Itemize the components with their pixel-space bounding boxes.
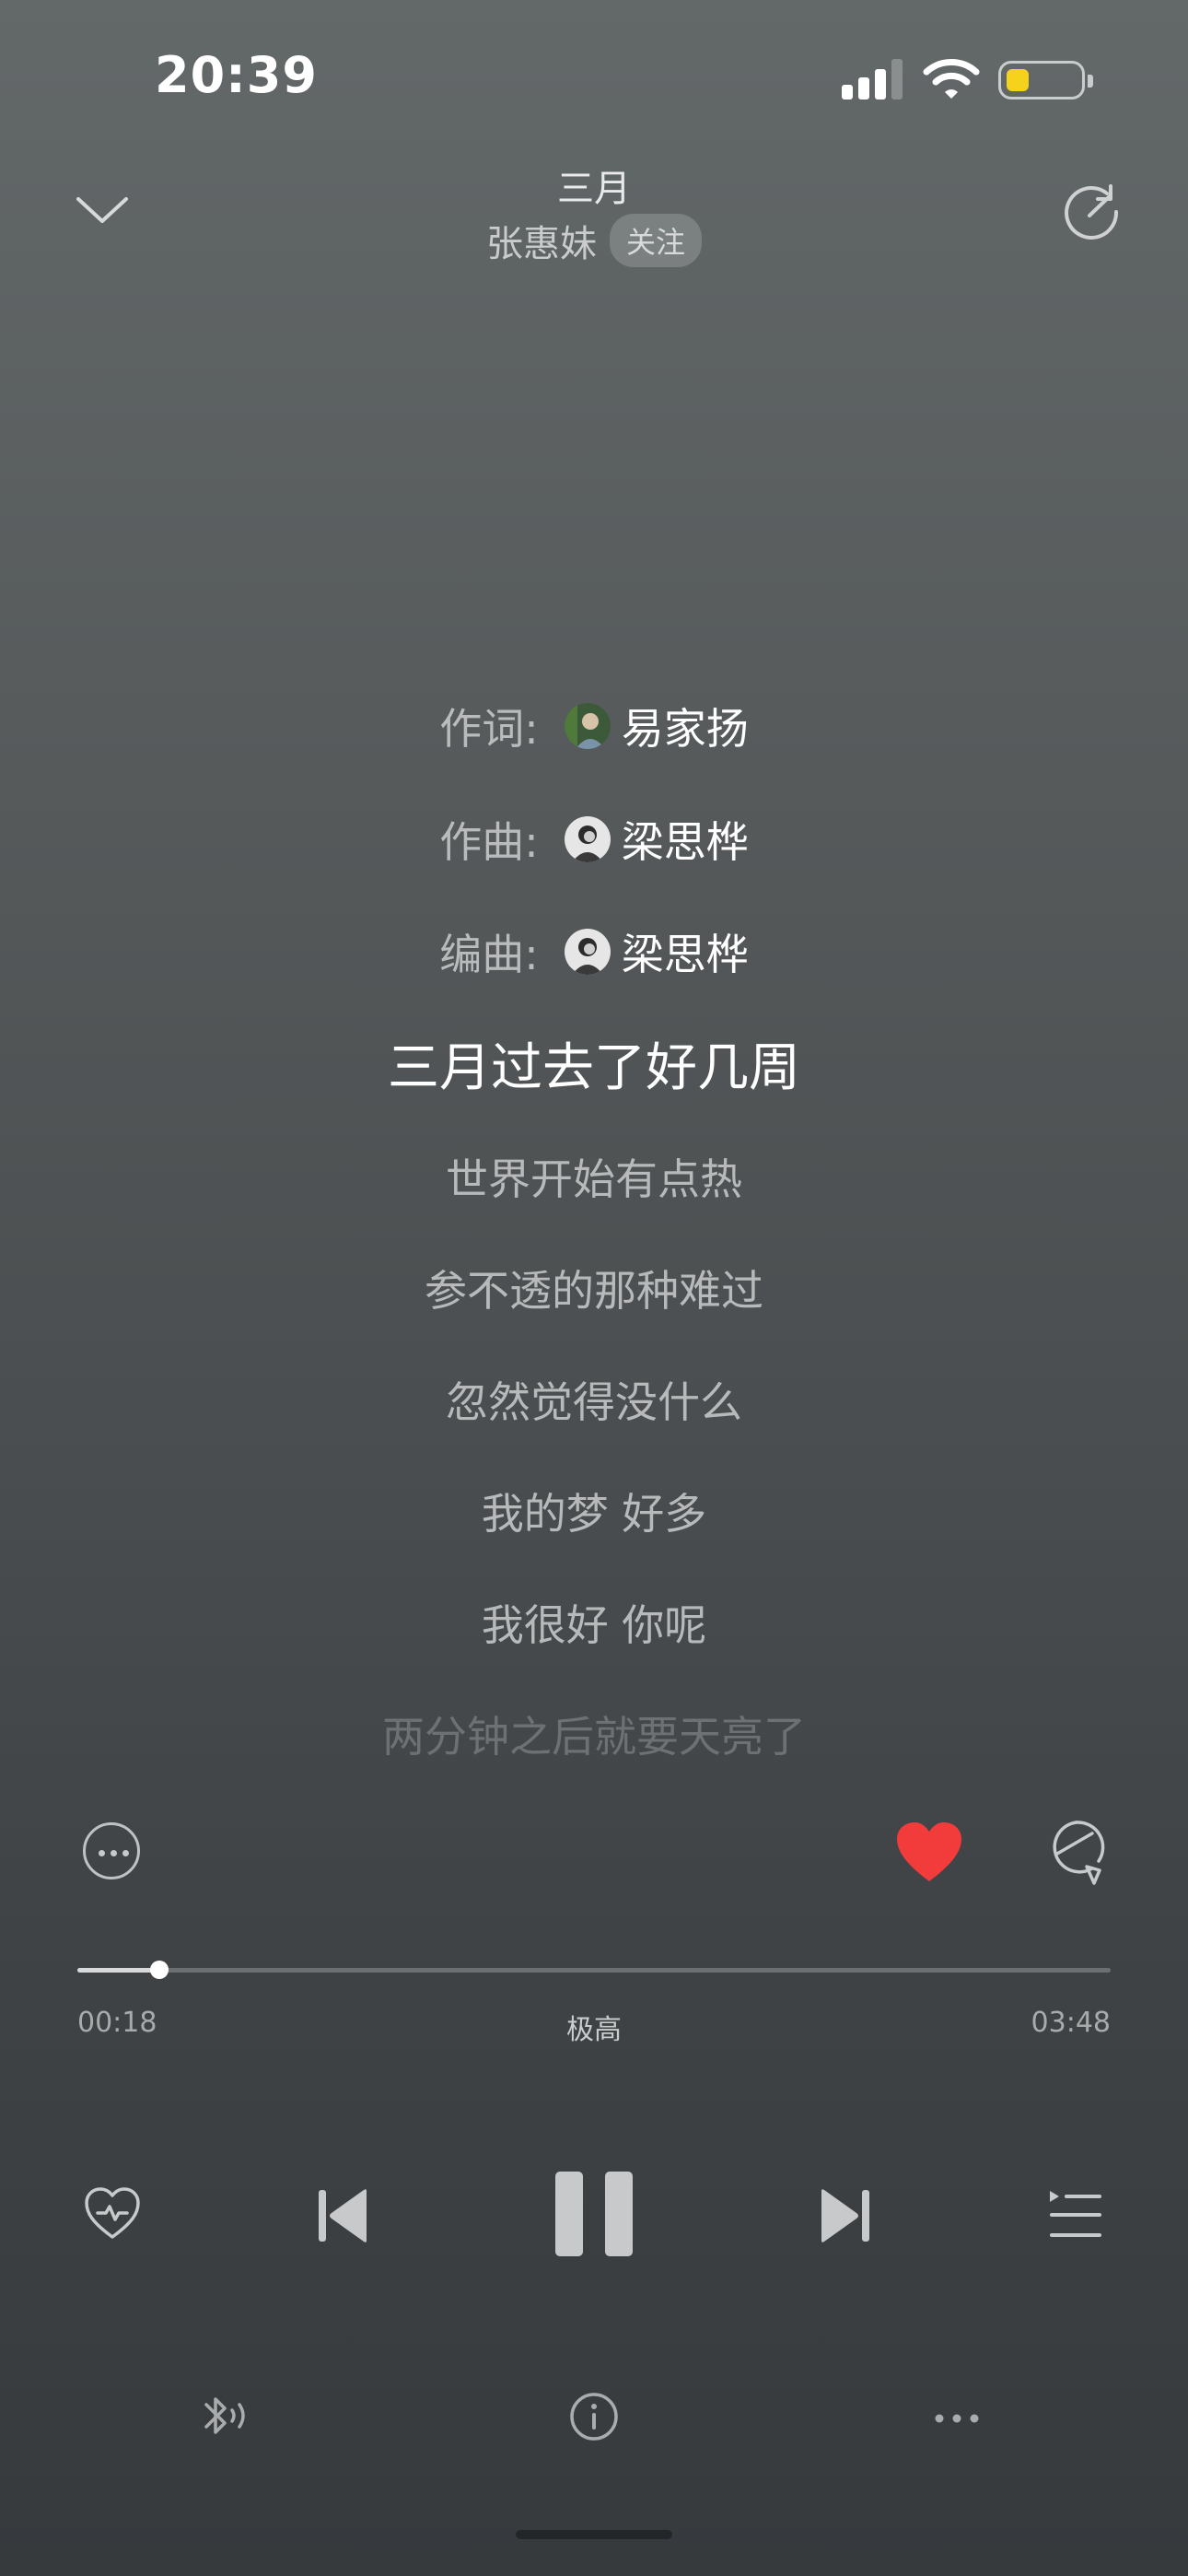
credit-name[interactable]: 梁思桦 xyxy=(622,921,749,982)
credit-lyricist: 作词: 易家扬 xyxy=(0,696,1188,756)
quality-label[interactable]: 极高 xyxy=(0,2007,1188,2047)
song-title: 三月 xyxy=(557,168,631,210)
share-icon[interactable] xyxy=(1059,179,1124,243)
progress-slider[interactable] xyxy=(77,1961,1111,1979)
lyric-line[interactable]: 我的梦 好多 xyxy=(0,1481,1188,1541)
lyric-line[interactable]: 参不透的那种难过 xyxy=(0,1258,1188,1318)
credit-name[interactable]: 梁思桦 xyxy=(622,809,749,870)
heart-icon[interactable] xyxy=(895,1821,963,1885)
credit-role: 作曲: xyxy=(439,817,539,867)
signal-icon xyxy=(842,59,904,100)
avatar[interactable] xyxy=(564,816,611,862)
follow-button[interactable]: 关注 xyxy=(609,214,702,267)
comment-icon[interactable] xyxy=(1046,1819,1107,1891)
lyric-line[interactable]: 我很好 你呢 xyxy=(0,1592,1188,1653)
progress-played xyxy=(77,1968,159,1973)
lyric-line[interactable]: 两分钟之后就要天亮了 xyxy=(0,1704,1188,1764)
credit-role: 编曲: xyxy=(439,930,539,979)
credit-name[interactable]: 易家扬 xyxy=(622,696,749,756)
battery-icon xyxy=(998,61,1093,100)
avatar[interactable] xyxy=(564,703,611,749)
artist-row: 张惠妹 关注 xyxy=(0,214,1188,267)
overflow-icon[interactable] xyxy=(934,2410,980,2428)
heartbeat-mode-icon[interactable] xyxy=(83,2185,142,2246)
wifi-icon xyxy=(923,55,980,101)
duration-time: 03:48 xyxy=(1031,2007,1111,2039)
credit-role: 作词: xyxy=(439,704,539,754)
playlist-icon[interactable] xyxy=(1048,2189,1103,2244)
bluetooth-audio-icon[interactable] xyxy=(201,2392,252,2443)
credit-composer: 作曲: 梁思桦 xyxy=(0,809,1188,870)
next-icon[interactable] xyxy=(818,2187,871,2248)
avatar[interactable] xyxy=(564,929,611,975)
status-time: 20:39 xyxy=(155,46,318,104)
info-icon[interactable] xyxy=(569,2392,619,2445)
artist-name[interactable]: 张惠妹 xyxy=(486,214,597,267)
lyric-line[interactable]: 忽然觉得没什么 xyxy=(0,1369,1188,1430)
lyric-line-current[interactable]: 三月过去了好几周 xyxy=(0,1026,1188,1101)
pause-icon[interactable] xyxy=(555,2172,633,2256)
more-icon[interactable] xyxy=(83,1822,140,1879)
previous-icon[interactable] xyxy=(317,2187,370,2248)
lyric-line[interactable]: 世界开始有点热 xyxy=(0,1146,1188,1207)
credit-arranger: 编曲: 梁思桦 xyxy=(0,921,1188,982)
home-indicator xyxy=(516,2530,672,2539)
progress-thumb[interactable] xyxy=(149,1961,169,1979)
